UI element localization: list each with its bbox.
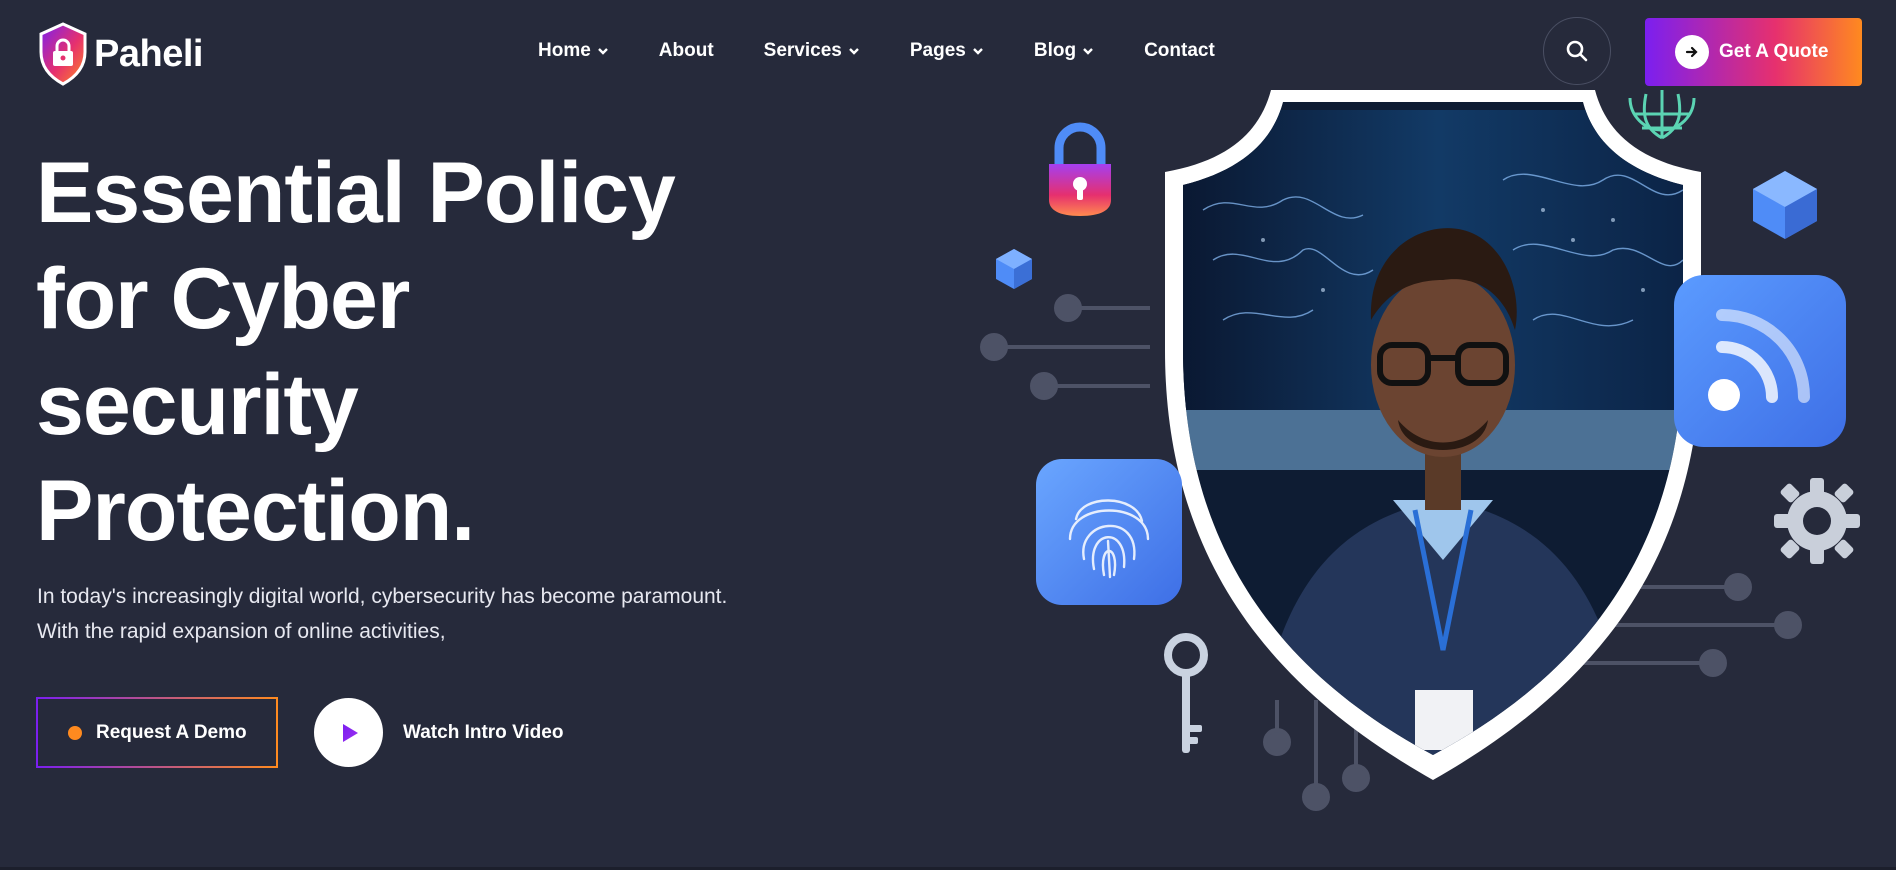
get-quote-button[interactable]: Get A Quote [1645,18,1862,86]
shield-lock-icon [39,22,87,86]
nav-item-blog[interactable]: Blog [1034,40,1094,62]
hero-description-line: In today's increasingly digital world, c… [37,585,728,608]
nav-item-services[interactable]: Services [764,40,860,62]
dot-icon [68,725,82,740]
chevron-down-icon [972,48,983,55]
globe-icon [1628,90,1696,140]
play-icon [314,698,383,767]
nav-item-home[interactable]: Home [538,40,609,62]
hero-title-line: Essential Policy [36,145,676,241]
key-icon [1164,633,1208,753]
nav-label-home: Home [538,40,591,61]
shield-photo-frame [1165,90,1701,780]
chevron-down-icon [597,48,608,55]
gear-icon [1774,478,1860,564]
cube-icon [1753,171,1817,239]
nav-label-contact: Contact [1144,40,1215,61]
hero-illustration [960,90,1896,870]
page: Paheli Home About Services Pages Blog Co… [0,0,1896,870]
request-demo-button[interactable]: Request A Demo [36,697,278,768]
watch-video-button[interactable]: Watch Intro Video [314,698,563,767]
padlock-icon [1049,122,1111,216]
main-nav: Home About Services Pages Blog Contact [538,40,1265,62]
nav-label-services: Services [763,40,842,61]
arrow-right-icon [1675,35,1709,69]
nav-label-about: About [658,40,714,61]
nav-item-pages[interactable]: Pages [910,40,984,62]
hero-description: In today's increasingly digital world, c… [37,579,817,649]
nav-label-blog: Blog [1033,40,1077,61]
brand-logo[interactable]: Paheli [38,22,203,86]
nav-item-about[interactable]: About [659,40,714,62]
chevron-down-icon [849,48,859,55]
hero-title-line: for Cyber [36,251,410,347]
hero-title-line: security [36,357,359,453]
fingerprint-icon [1036,459,1182,605]
search-icon [1566,40,1588,62]
hero-title-line: Protection. [36,463,475,559]
hero-description-line: With the rapid expansion of online activ… [37,620,446,643]
cube-icon [996,249,1032,289]
brand-name: Paheli [94,32,203,75]
hero-title: Essential Policy for Cyber security Prot… [36,140,796,564]
nav-item-contact[interactable]: Contact [1144,40,1215,62]
chevron-down-icon [1083,48,1093,55]
rss-icon [1674,275,1846,447]
nav-label-pages: Pages [909,40,966,61]
get-quote-label: Get A Quote [1719,41,1829,62]
search-button[interactable] [1543,17,1611,85]
request-demo-label: Request A Demo [96,721,247,743]
watch-video-label: Watch Intro Video [403,721,564,743]
